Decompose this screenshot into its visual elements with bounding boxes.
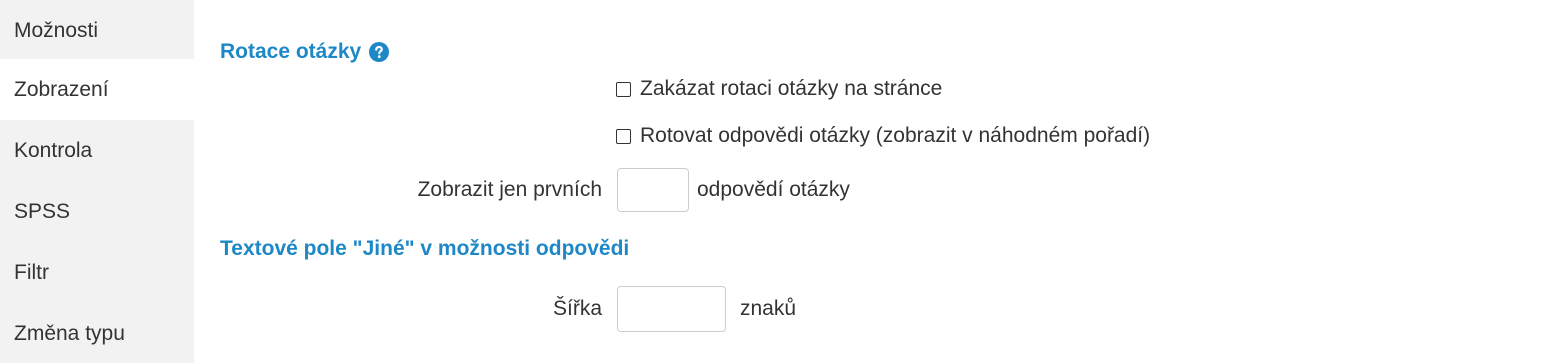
disable-rotation-label: Zakázat rotaci otázky na stránce: [640, 77, 943, 100]
sidebar-item-moznosti[interactable]: Možnosti: [0, 0, 194, 61]
sidebar-item-zobrazeni[interactable]: Zobrazení: [0, 59, 194, 120]
show-first-row: Zobrazit jen prvních odpovědí otázky: [194, 168, 850, 212]
width-row: Šířka znaků: [194, 286, 796, 332]
main-panel: Rotace otázky Zakázat rotaci otázky na s…: [194, 0, 1565, 363]
rotate-answers-row: Rotovat odpovědi otázky (zobrazit v náho…: [616, 124, 1150, 148]
width-suffix: znaků: [740, 297, 797, 320]
rotation-title-text: Rotace otázky: [220, 40, 362, 63]
width-label: Šířka: [552, 297, 602, 320]
other-field-section-title: Textové pole "Jiné" v možnosti odpovědi: [220, 237, 629, 261]
question-circle-icon[interactable]: [369, 42, 390, 62]
show-first-label: Zobrazit jen prvních: [417, 178, 602, 201]
rotation-section-title: Rotace otázky: [220, 40, 390, 64]
width-input[interactable]: [617, 286, 726, 332]
sidebar-item-spss[interactable]: SPSS: [0, 181, 194, 242]
disable-rotation-checkbox[interactable]: [616, 81, 631, 97]
sidebar-item-zmena-typu[interactable]: Změna typu: [0, 303, 194, 364]
disable-rotation-row: Zakázat rotaci otázky na stránce: [616, 77, 942, 101]
sidebar: Možnosti Zobrazení Kontrola SPSS Filtr Z…: [0, 0, 194, 363]
show-first-suffix: odpovědí otázky: [697, 178, 850, 201]
rotate-answers-checkbox[interactable]: [616, 128, 631, 144]
other-field-title-text: Textové pole "Jiné" v možnosti odpovědi: [220, 237, 630, 260]
rotate-answers-label: Rotovat odpovědi otázky (zobrazit v náho…: [640, 124, 1151, 147]
sidebar-item-kontrola[interactable]: Kontrola: [0, 120, 194, 181]
sidebar-item-filtr[interactable]: Filtr: [0, 242, 194, 303]
show-first-input[interactable]: [617, 168, 689, 212]
